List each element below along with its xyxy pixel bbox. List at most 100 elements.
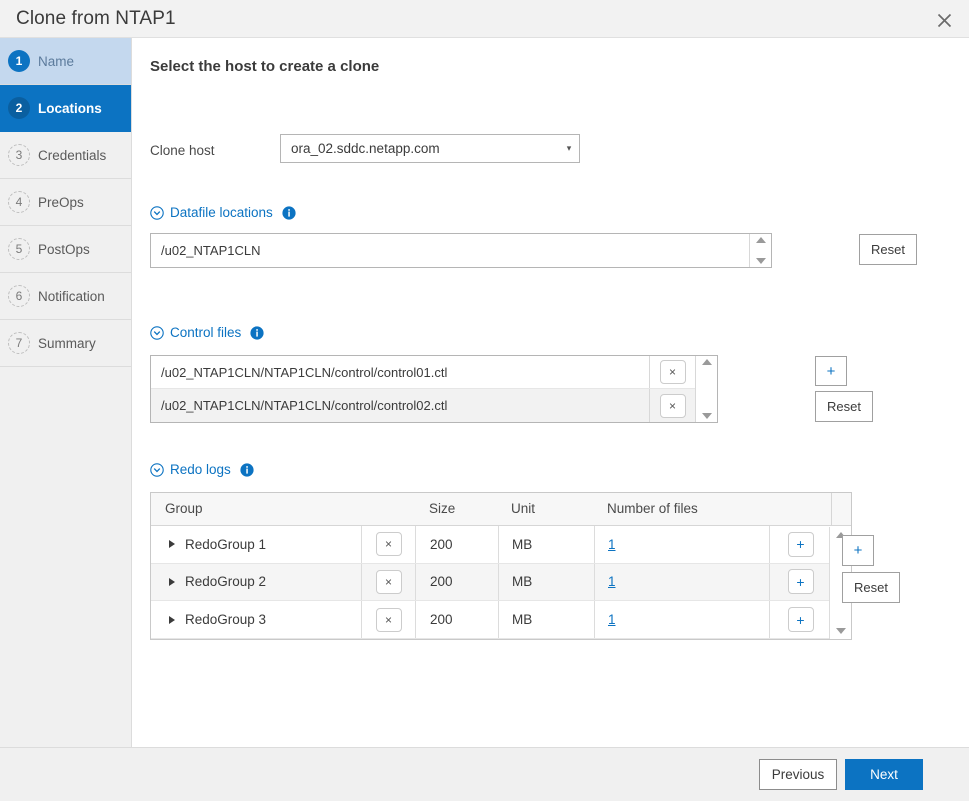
caret-right-icon[interactable]: [165, 540, 179, 549]
caret-down-icon[interactable]: [701, 413, 712, 419]
redo-files-cell: 1: [594, 525, 769, 563]
redo-group-name: RedoGroup 2: [185, 574, 267, 590]
redo-add-cell: +: [769, 525, 831, 563]
sidebar-item-summary[interactable]: 7 Summary: [0, 320, 131, 367]
dialog-titlebar: Clone from NTAP1: [0, 0, 969, 38]
redo-files-cell: 1: [594, 601, 769, 638]
sidebar-item-locations[interactable]: 2 Locations: [0, 85, 131, 132]
wizard-main-panel: Select the host to create a clone Clone …: [133, 38, 969, 747]
column-header-group: Group: [165, 501, 203, 517]
caret-up-icon[interactable]: [755, 237, 766, 243]
column-header-size: Size: [429, 501, 456, 517]
delete-button[interactable]: ×: [375, 607, 402, 632]
control-files-title[interactable]: Control files: [170, 325, 241, 340]
sidebar-item-name[interactable]: 1 Name: [0, 38, 131, 85]
redo-logs-reset-button[interactable]: Reset: [842, 572, 900, 603]
table-row[interactable]: RedoGroup 1 × 200 MB 1 +: [151, 525, 851, 564]
clone-host-value: ora_02.sddc.netapp.com: [291, 141, 440, 156]
list-item[interactable]: /u02_NTAP1CLN/NTAP1CLN/control/control01…: [151, 356, 695, 389]
clone-host-select[interactable]: ora_02.sddc.netapp.com ▾: [280, 134, 580, 163]
control-file-path: /u02_NTAP1CLN/NTAP1CLN/control/control01…: [161, 364, 448, 380]
chevron-down-circle-icon[interactable]: [150, 462, 164, 477]
dialog-footer: Previous Next: [0, 747, 969, 801]
add-button[interactable]: +: [787, 531, 814, 557]
control-file-delete-cell: ×: [649, 356, 695, 388]
column-header-add: [769, 493, 831, 525]
step-number: 4: [8, 191, 30, 213]
datafile-locations-title[interactable]: Datafile locations: [170, 205, 273, 220]
clone-host-label: Clone host: [150, 143, 215, 158]
list-item[interactable]: /u02_NTAP1CLN/NTAP1CLN/control/control02…: [151, 389, 695, 422]
chevron-down-icon: ▾: [566, 143, 572, 153]
step-label: PreOps: [38, 194, 84, 210]
redo-delete-cell: ×: [361, 601, 415, 638]
step-number: 3: [8, 144, 30, 166]
close-icon[interactable]: [929, 5, 959, 35]
control-files-add-button[interactable]: +: [815, 356, 847, 386]
caret-up-icon[interactable]: [701, 359, 712, 365]
delete-button[interactable]: ×: [375, 569, 402, 594]
redo-number-of-files-link[interactable]: 1: [608, 574, 616, 589]
control-files-listbox[interactable]: /u02_NTAP1CLN/NTAP1CLN/control/control01…: [150, 355, 718, 423]
control-files-scrollbar[interactable]: [695, 356, 717, 422]
redo-size: 200: [415, 601, 498, 638]
redo-unit: MB: [498, 563, 594, 601]
column-header-unit: Unit: [511, 501, 536, 517]
list-item[interactable]: /u02_NTAP1CLN: [151, 234, 749, 267]
delete-button[interactable]: ×: [375, 532, 402, 557]
footer-buttons: Previous Next: [0, 748, 923, 801]
step-label: Name: [38, 53, 75, 69]
sidebar-item-preops[interactable]: 4 PreOps: [0, 179, 131, 226]
delete-button[interactable]: ×: [659, 393, 686, 418]
caret-down-icon[interactable]: [835, 628, 846, 634]
add-button[interactable]: +: [787, 607, 814, 633]
info-icon[interactable]: [240, 462, 254, 477]
redo-delete-cell: ×: [361, 563, 415, 601]
chevron-down-circle-icon[interactable]: [150, 205, 164, 220]
step-number: 2: [8, 97, 30, 119]
datafile-path: /u02_NTAP1CLN: [161, 243, 261, 258]
step-label: Notification: [38, 288, 105, 304]
redo-logs-table: Group Size Unit Number of files RedoGrou…: [150, 492, 852, 640]
caret-right-icon[interactable]: [165, 577, 179, 586]
redo-group-cell: RedoGroup 1: [151, 526, 361, 563]
chevron-down-circle-icon[interactable]: [150, 325, 164, 340]
control-files-reset-button[interactable]: Reset: [815, 391, 873, 422]
redo-unit: MB: [498, 525, 594, 563]
redo-logs-section-header: Redo logs: [150, 462, 254, 477]
delete-button[interactable]: ×: [659, 360, 686, 384]
datafile-locations-listbox[interactable]: /u02_NTAP1CLN: [150, 233, 772, 268]
step-number: 1: [8, 50, 30, 72]
sidebar-item-notification[interactable]: 6 Notification: [0, 273, 131, 320]
redo-unit: MB: [498, 601, 594, 638]
redo-number-of-files-link[interactable]: 1: [608, 537, 616, 552]
datafile-locations-reset-button[interactable]: Reset: [859, 234, 917, 265]
datafile-locations-scrollbar[interactable]: [749, 234, 771, 267]
previous-button[interactable]: Previous: [759, 759, 837, 790]
column-header-delete: [361, 493, 415, 525]
table-header-row: Group Size Unit Number of files: [151, 493, 851, 526]
caret-down-icon[interactable]: [755, 258, 766, 264]
control-file-delete-cell: ×: [649, 389, 695, 422]
table-row[interactable]: RedoGroup 2 × 200 MB 1 +: [151, 563, 851, 602]
redo-size: 200: [415, 525, 498, 563]
info-icon[interactable]: [282, 205, 296, 220]
redo-delete-cell: ×: [361, 525, 415, 563]
add-button[interactable]: +: [787, 569, 814, 595]
clone-wizard-dialog: Clone from NTAP1 1 Name 2 Locations 3 Cr…: [0, 0, 969, 801]
step-number: 5: [8, 238, 30, 260]
redo-size: 200: [415, 563, 498, 601]
datafile-locations-section-header: Datafile locations: [150, 205, 296, 220]
info-icon[interactable]: [250, 325, 264, 340]
table-row[interactable]: RedoGroup 3 × 200 MB 1 +: [151, 601, 851, 639]
control-file-path: /u02_NTAP1CLN/NTAP1CLN/control/control02…: [161, 398, 448, 413]
redo-logs-title[interactable]: Redo logs: [170, 462, 231, 477]
redo-logs-add-button[interactable]: +: [842, 535, 874, 566]
redo-group-cell: RedoGroup 2: [151, 564, 361, 601]
sidebar-item-postops[interactable]: 5 PostOps: [0, 226, 131, 273]
redo-number-of-files-link[interactable]: 1: [608, 612, 616, 627]
redo-group-cell: RedoGroup 3: [151, 601, 361, 638]
sidebar-item-credentials[interactable]: 3 Credentials: [0, 132, 131, 179]
next-button[interactable]: Next: [845, 759, 923, 790]
caret-right-icon[interactable]: [165, 615, 179, 624]
